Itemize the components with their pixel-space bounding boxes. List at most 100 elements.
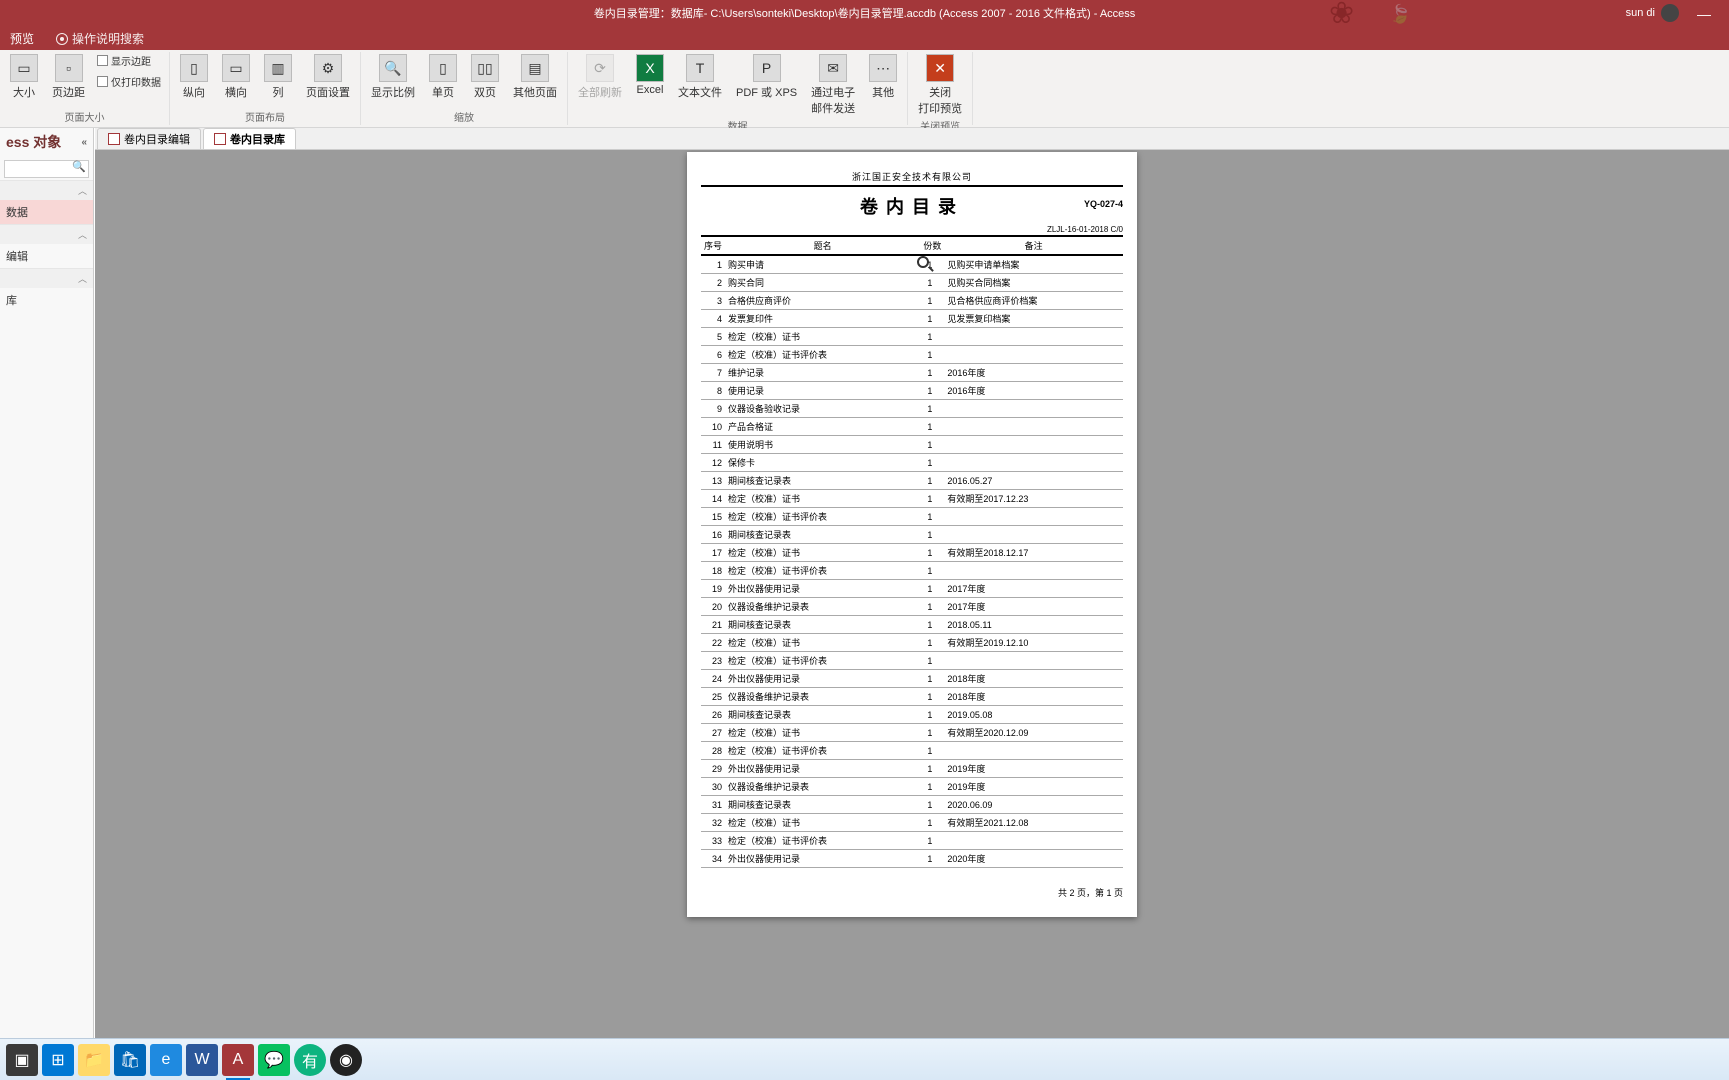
nav-item[interactable]: 库 [0, 288, 93, 312]
store-icon[interactable]: 🛍 [114, 1044, 146, 1076]
cell-qty: 1 [920, 616, 944, 634]
cell-remark: 2020.06.09 [944, 796, 1123, 814]
cell-title: 检定（校准）证书 [725, 724, 920, 742]
pdf-icon: P [753, 54, 781, 82]
obs-icon[interactable]: ◉ [330, 1044, 362, 1076]
cell-title: 仪器设备验收记录 [725, 400, 920, 418]
cell-title: 检定（校准）证书 [725, 634, 920, 652]
btn-landscape[interactable]: ▭横向 [216, 52, 256, 102]
btn-more[interactable]: ⋯其他 [863, 52, 903, 102]
cell-remark: 见购买合同档案 [944, 274, 1123, 292]
wechat-icon[interactable]: 💬 [258, 1044, 290, 1076]
cell-qty: 1 [920, 364, 944, 382]
btn-zoom-ratio[interactable]: 🔍显示比例 [365, 52, 421, 102]
cell-title: 外出仪器使用记录 [725, 850, 920, 868]
youdao-icon[interactable]: 有 [294, 1044, 326, 1076]
cell-title: 检定（校准）证书 [725, 544, 920, 562]
start-icon[interactable]: ⊞ [42, 1044, 74, 1076]
doc-tab-library[interactable]: 卷内目录库 [203, 128, 296, 149]
cell-title: 期间核查记录表 [725, 526, 920, 544]
cell-no: 11 [701, 436, 725, 454]
columns-icon: ▥ [264, 54, 292, 82]
chk-data-only[interactable]: 仅打印数据 [93, 73, 165, 90]
col-no: 序号 [701, 237, 725, 255]
cell-no: 16 [701, 526, 725, 544]
btn-columns[interactable]: ▥列 [258, 52, 298, 102]
table-row: 6检定（校准）证书评价表1 [701, 346, 1123, 364]
nav-header[interactable]: ess 对象 « [0, 128, 93, 156]
btn-pdf[interactable]: PPDF 或 XPS [730, 52, 803, 102]
explorer-icon[interactable]: 📁 [78, 1044, 110, 1076]
cell-title: 购买合同 [725, 274, 920, 292]
report-page: 浙江国正安全技术有限公司 卷内目录 YQ-027-4 ZLJL-16-01-20… [687, 152, 1137, 917]
avatar[interactable] [1661, 4, 1679, 22]
refresh-icon: ⟳ [586, 54, 614, 82]
cell-remark: 2016.05.27 [944, 472, 1123, 490]
group-label: 页面大小 [65, 109, 105, 125]
margin-icon: ▫ [55, 54, 83, 82]
cell-no: 28 [701, 742, 725, 760]
cell-remark [944, 436, 1123, 454]
preview-canvas[interactable]: 浙江国正安全技术有限公司 卷内目录 YQ-027-4 ZLJL-16-01-20… [95, 150, 1729, 1040]
cell-qty: 1 [920, 814, 944, 832]
edge-icon[interactable]: e [150, 1044, 182, 1076]
cell-qty: 1 [920, 310, 944, 328]
user-area[interactable]: sun di [1626, 4, 1679, 22]
cell-no: 8 [701, 382, 725, 400]
cell-title: 保修卡 [725, 454, 920, 472]
table-row: 4发票复印件1见发票复印档案 [701, 310, 1123, 328]
nav-section[interactable]: ︿ [0, 268, 93, 288]
table-row: 12保修卡1 [701, 454, 1123, 472]
btn-one-page[interactable]: ▯单页 [423, 52, 463, 102]
group-data: ⟳全部刷新 XExcel T文本文件 PPDF 或 XPS ✉通过电子 邮件发送… [568, 52, 908, 125]
btn-portrait[interactable]: ▯纵向 [174, 52, 214, 102]
cursor-zoom-icon [917, 256, 929, 268]
access-icon[interactable]: A [222, 1044, 254, 1076]
nav-search[interactable]: 🔍 [4, 158, 89, 178]
nav-item[interactable]: 编辑 [0, 244, 93, 268]
chevron-left-icon[interactable]: « [81, 137, 87, 148]
table-row: 13期间核查记录表12016.05.27 [701, 472, 1123, 490]
cell-qty: 1 [920, 454, 944, 472]
cell-remark [944, 832, 1123, 850]
btn-page-setup[interactable]: ⚙页面设置 [300, 52, 356, 102]
doc-tab-edit[interactable]: 卷内目录编辑 [97, 128, 201, 149]
cell-title: 产品合格证 [725, 418, 920, 436]
col-remark: 备注 [944, 237, 1123, 255]
search-icon[interactable]: 🔍 [72, 160, 86, 173]
btn-two-page[interactable]: ▯▯双页 [465, 52, 505, 102]
cell-qty: 1 [920, 562, 944, 580]
cell-remark [944, 328, 1123, 346]
cell-qty: 1 [920, 400, 944, 418]
btn-margin[interactable]: ▫页边距 [46, 52, 91, 102]
table-row: 5检定（校准）证书1 [701, 328, 1123, 346]
tab-preview[interactable]: 预览 [0, 27, 44, 50]
task-view-icon[interactable]: ▣ [6, 1044, 38, 1076]
btn-other-pages[interactable]: ▤其他页面 [507, 52, 563, 102]
btn-excel[interactable]: XExcel [630, 52, 670, 98]
cell-no: 31 [701, 796, 725, 814]
word-icon[interactable]: W [186, 1044, 218, 1076]
btn-close-preview[interactable]: ✕关闭 打印预览 [912, 52, 968, 118]
cell-title: 检定（校准）证书评价表 [725, 742, 920, 760]
tell-me[interactable]: 操作说明搜索 [46, 27, 154, 50]
cell-remark [944, 454, 1123, 472]
cell-remark: 2020年度 [944, 850, 1123, 868]
cell-qty: 1 [920, 436, 944, 454]
text-icon: T [686, 54, 714, 82]
nav-section[interactable]: ︿ [0, 224, 93, 244]
cell-remark: 2019.05.08 [944, 706, 1123, 724]
minimize-icon[interactable]: — [1697, 6, 1711, 22]
group-label: 缩放 [454, 109, 474, 125]
chk-show-margin[interactable]: 显示边距 [93, 52, 165, 69]
nav-section[interactable]: ︿ [0, 180, 93, 200]
btn-size[interactable]: ▭大小 [4, 52, 44, 102]
btn-email[interactable]: ✉通过电子 邮件发送 [805, 52, 861, 118]
cell-qty: 1 [920, 832, 944, 850]
nav-item[interactable]: 数据 [0, 200, 93, 224]
cell-qty: 1 [920, 472, 944, 490]
btn-text[interactable]: T文本文件 [672, 52, 728, 102]
group-zoom: 🔍显示比例 ▯单页 ▯▯双页 ▤其他页面 缩放 [361, 52, 568, 125]
cell-qty: 1 [920, 706, 944, 724]
cell-no: 4 [701, 310, 725, 328]
